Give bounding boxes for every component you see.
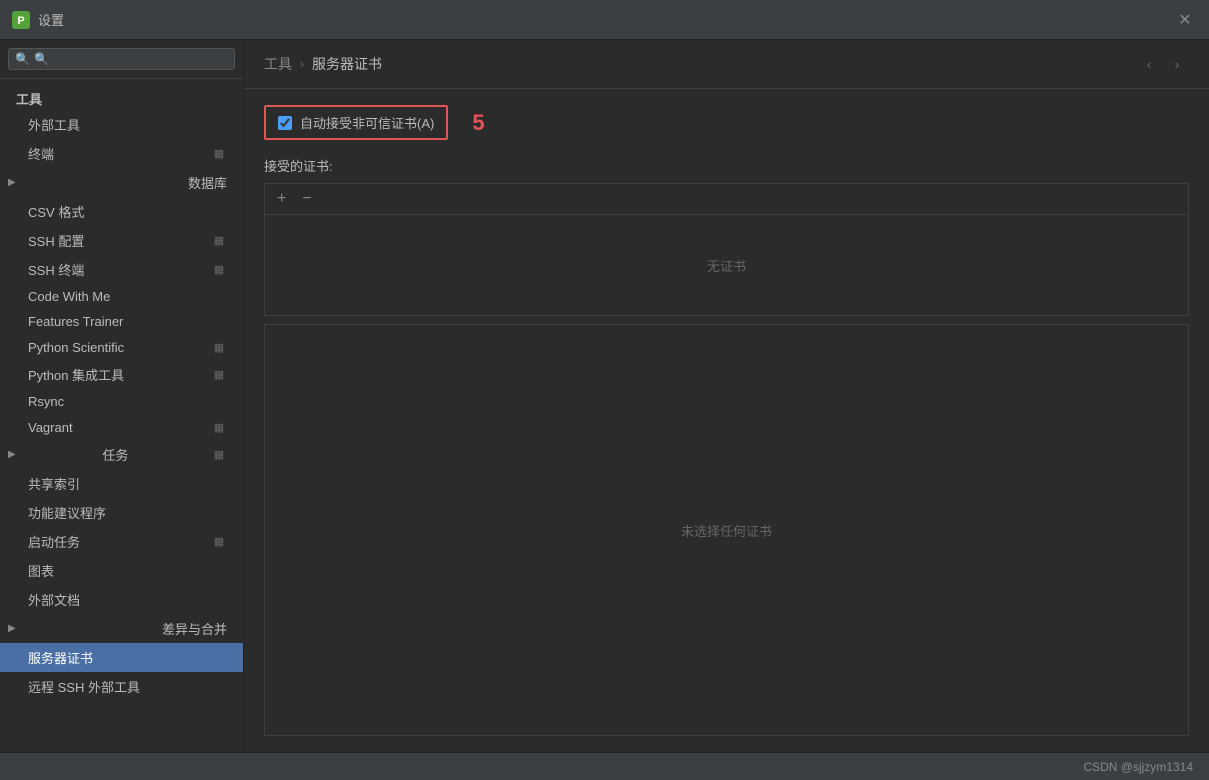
nav-arrows: ‹ › [1137, 52, 1189, 76]
checkbox-row: 自动接受非可信证书(A) 5 [264, 105, 1189, 140]
sidebar: 🔍 工具 外部工具 终端 ▦ ▶ 数据库 CSV [0, 40, 244, 752]
tasks-expand-arrow: ▶ [8, 449, 16, 460]
python-sci-icon: ▦ [211, 339, 227, 355]
app-icon: P [12, 11, 30, 29]
sidebar-item-python-scientific[interactable]: Python Scientific ▦ [0, 334, 243, 360]
section-tools: 工具 [0, 83, 243, 110]
database-expand-arrow: ▶ [8, 177, 16, 188]
search-icon: 🔍 [15, 52, 30, 66]
sidebar-item-feature-suggest[interactable]: 功能建议程序 [0, 498, 243, 527]
sidebar-item-features-trainer[interactable]: Features Trainer [0, 309, 243, 334]
search-input-wrapper: 🔍 [8, 48, 235, 70]
remove-cert-button[interactable]: − [298, 190, 315, 208]
tasks-icon: ▦ [211, 447, 227, 463]
no-cert-selected-text: 未选择任何证书 [681, 521, 772, 540]
sidebar-item-ssh-terminal[interactable]: SSH 终端 ▦ [0, 255, 243, 284]
sidebar-item-code-with-me[interactable]: Code With Me [0, 284, 243, 309]
sidebar-item-ssh-config[interactable]: SSH 配置 ▦ [0, 226, 243, 255]
auto-accept-label: 自动接受非可信证书(A) [300, 113, 434, 132]
cert-table-area: + − 无证书 [264, 183, 1189, 316]
sidebar-item-chart[interactable]: 图表 [0, 556, 243, 585]
cert-list-area: 无证书 [265, 215, 1188, 315]
add-cert-button[interactable]: + [273, 190, 290, 208]
vagrant-icon: ▦ [211, 419, 227, 435]
main-area: 🔍 工具 外部工具 终端 ▦ ▶ 数据库 CSV [0, 40, 1209, 752]
content-area: 工具 › 服务器证书 ‹ › 自动接受非可信证书(A) 5 [244, 40, 1209, 752]
diff-expand-arrow: ▶ [8, 623, 16, 634]
search-input[interactable] [34, 52, 228, 66]
python-int-icon: ▦ [211, 367, 227, 383]
cert-detail-area: 未选择任何证书 [264, 324, 1189, 736]
section-received-certs: 接受的证书: [264, 156, 1189, 175]
content-body: 自动接受非可信证书(A) 5 接受的证书: + − 无证书 [244, 89, 1209, 752]
sidebar-item-csv[interactable]: CSV 格式 [0, 197, 243, 226]
breadcrumb-separator: › [300, 57, 304, 71]
sidebar-item-tasks[interactable]: ▶ 任务 ▦ [0, 440, 243, 469]
sidebar-item-database[interactable]: ▶ 数据库 [0, 168, 243, 197]
footer-text: CSDN @sjjzym1314 [1083, 760, 1193, 774]
sidebar-nav: 工具 外部工具 终端 ▦ ▶ 数据库 CSV 格式 SSH 配置 [0, 79, 243, 752]
search-bar: 🔍 [0, 40, 243, 79]
settings-window: P 设置 ✕ 🔍 工具 外部工具 终端 ▦ [0, 0, 1209, 780]
close-button[interactable]: ✕ [1173, 8, 1197, 32]
sidebar-item-startup-tasks[interactable]: 启动任务 ▦ [0, 527, 243, 556]
sidebar-item-vagrant[interactable]: Vagrant ▦ [0, 414, 243, 440]
title-bar: P 设置 ✕ [0, 0, 1209, 40]
breadcrumb-parent: 工具 [264, 54, 292, 74]
sidebar-item-shared-index[interactable]: 共享索引 [0, 469, 243, 498]
ssh-config-icon: ▦ [211, 233, 227, 249]
content-header: 工具 › 服务器证书 ‹ › [244, 40, 1209, 89]
sidebar-item-python-integration[interactable]: Python 集成工具 ▦ [0, 360, 243, 389]
sidebar-item-rsync[interactable]: Rsync [0, 389, 243, 414]
sidebar-item-external-docs[interactable]: 外部文档 [0, 585, 243, 614]
sidebar-item-remote-ssh[interactable]: 远程 SSH 外部工具 [0, 672, 243, 701]
auto-accept-checkbox[interactable] [278, 116, 292, 130]
cert-toolbar: + − [265, 184, 1188, 215]
forward-arrow-button[interactable]: › [1165, 52, 1189, 76]
back-arrow-button[interactable]: ‹ [1137, 52, 1161, 76]
footer-bar: CSDN @sjjzym1314 [0, 752, 1209, 780]
startup-icon: ▦ [211, 534, 227, 550]
sidebar-item-terminal[interactable]: 终端 ▦ [0, 139, 243, 168]
ssh-terminal-icon: ▦ [211, 262, 227, 278]
window-title: 设置 [38, 10, 1173, 29]
svg-text:P: P [17, 15, 24, 27]
sidebar-item-diff-merge[interactable]: ▶ 差异与合并 [0, 614, 243, 643]
badge-number: 5 [472, 110, 484, 136]
no-cert-text: 无证书 [707, 256, 746, 275]
sidebar-item-external-tools[interactable]: 外部工具 [0, 110, 243, 139]
breadcrumb-current: 服务器证书 [312, 54, 382, 74]
terminal-settings-icon: ▦ [211, 146, 227, 162]
sidebar-item-server-cert[interactable]: 服务器证书 [0, 643, 243, 672]
checkbox-highlight-box: 自动接受非可信证书(A) [264, 105, 448, 140]
